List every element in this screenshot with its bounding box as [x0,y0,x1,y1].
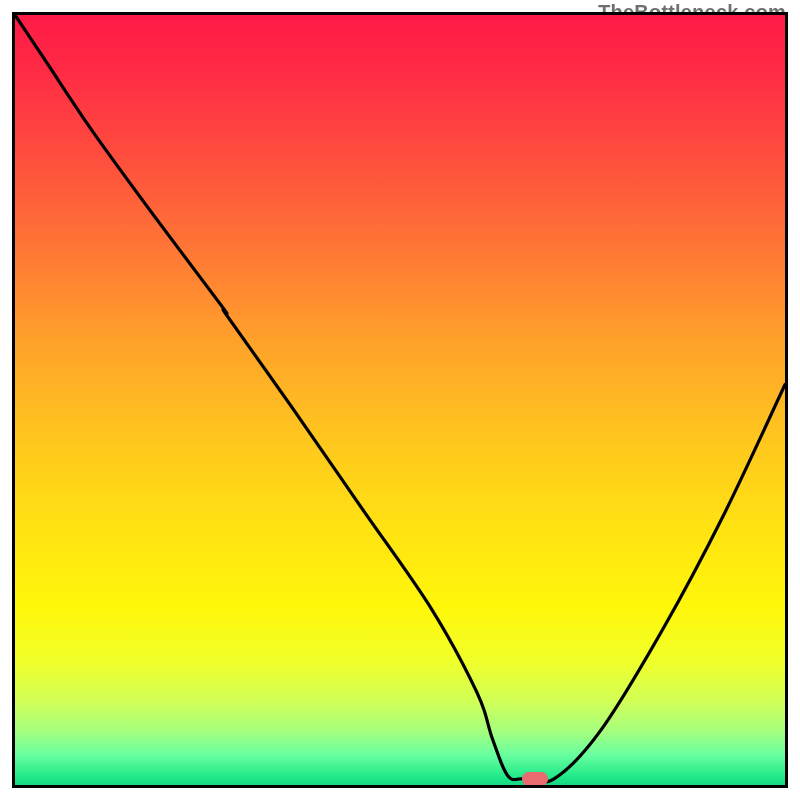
plot-area [12,12,788,788]
curve-layer [15,15,785,785]
bottleneck-chart: TheBottleneck.com [0,0,800,800]
optimal-point-marker [522,772,548,786]
bottleneck-curve [15,15,785,782]
